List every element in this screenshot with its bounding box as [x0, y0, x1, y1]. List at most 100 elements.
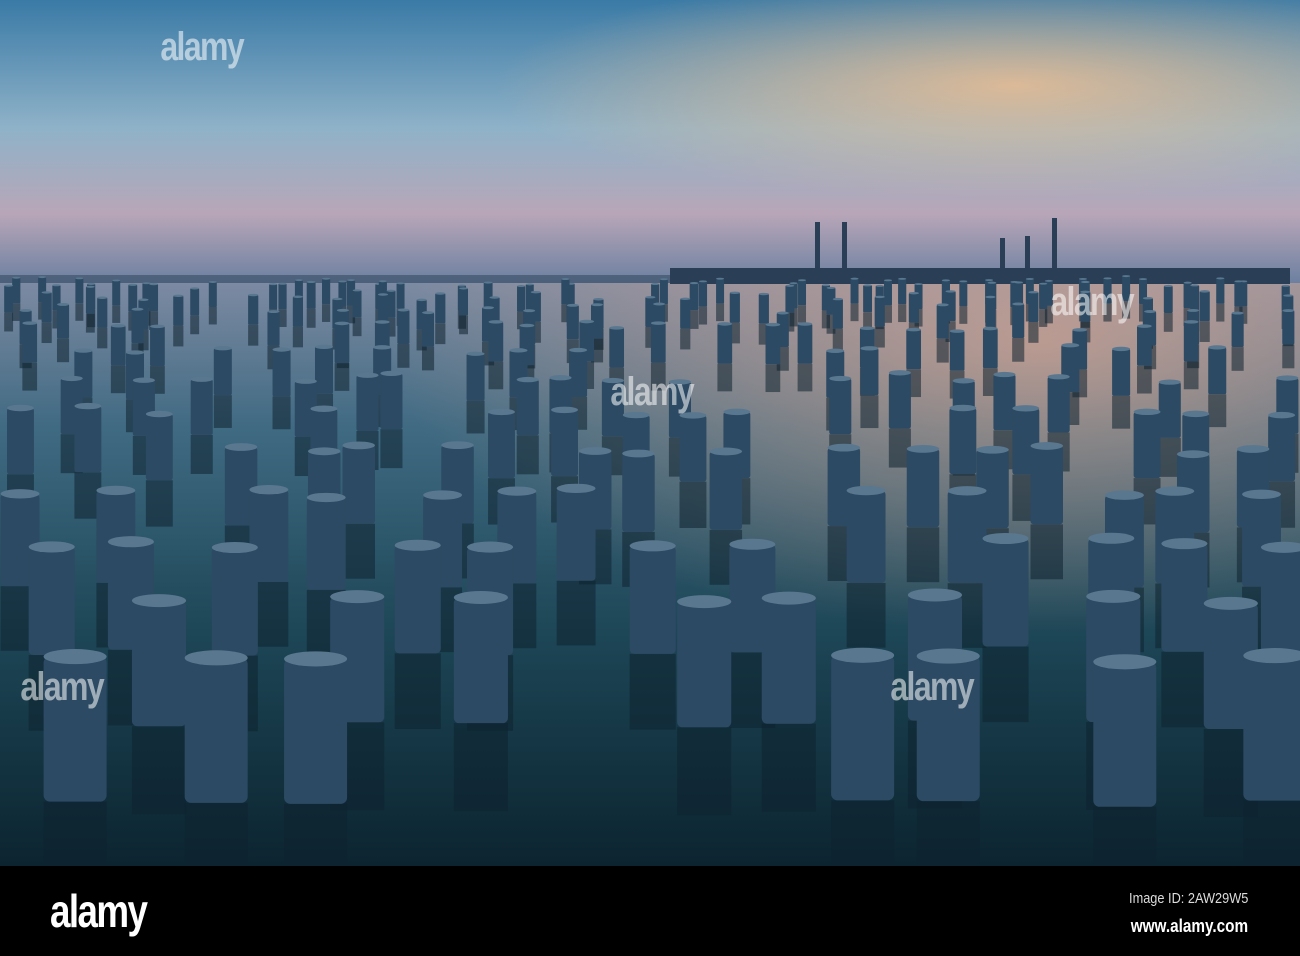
post-top [906, 327, 922, 332]
post-reflection [248, 324, 259, 346]
post-top [1199, 290, 1210, 293]
wooden-post [314, 346, 334, 394]
post-top [1236, 445, 1270, 453]
post-reflection [75, 303, 84, 321]
pier-posts-photo [0, 0, 1300, 866]
wooden-post [761, 598, 816, 724]
wooden-post [1183, 321, 1199, 362]
post-reflection [1163, 312, 1173, 332]
post-top [85, 285, 95, 288]
post-top [459, 287, 469, 290]
wooden-post [97, 297, 108, 328]
wooden-post [396, 283, 405, 309]
wooden-post [74, 406, 102, 473]
wooden-post [569, 350, 588, 397]
post-top [22, 321, 38, 325]
wooden-post [453, 597, 508, 724]
post-top [949, 329, 965, 333]
wooden-post [680, 298, 691, 329]
post-reflection [397, 343, 410, 368]
post-top [798, 279, 807, 282]
post-top [423, 490, 463, 500]
post-top [1187, 308, 1200, 312]
post-top [566, 303, 579, 307]
post-reflection [831, 800, 895, 866]
post-top [1203, 596, 1258, 610]
wooden-post [622, 453, 655, 532]
post-reflection [131, 726, 187, 815]
post-top [336, 308, 349, 312]
post-top [846, 485, 886, 496]
post-reflection [874, 326, 885, 348]
post-top [41, 291, 52, 294]
post-top [1072, 328, 1088, 332]
post-reflection [394, 653, 441, 730]
post-top [1155, 486, 1195, 496]
wooden-post [659, 279, 668, 305]
post-top [785, 284, 795, 287]
post-top [569, 347, 588, 353]
wooden-post [131, 309, 144, 344]
post-top [1176, 450, 1210, 459]
post-top [797, 322, 813, 326]
post-reflection [516, 435, 539, 475]
wooden-post [110, 325, 126, 366]
post-reflection [1161, 651, 1208, 728]
post-top [125, 350, 145, 355]
post-reflection [1093, 806, 1157, 866]
post-reflection [1112, 395, 1131, 429]
wooden-post [377, 294, 389, 325]
post-top [874, 295, 885, 299]
post-top [680, 297, 691, 301]
wooden-post [846, 490, 886, 583]
post-reflection [110, 365, 126, 394]
post-top [525, 283, 534, 286]
post-reflection [145, 480, 173, 527]
post-reflection [292, 326, 304, 348]
post-top [306, 280, 316, 284]
post-reflection [421, 346, 435, 371]
post-top [173, 294, 184, 298]
post-top [519, 323, 535, 328]
post-top [453, 591, 508, 605]
wooden-post [874, 296, 885, 327]
post-top [827, 443, 861, 452]
post-top [28, 541, 75, 553]
post-reflection [677, 727, 732, 816]
post-reflection [278, 309, 287, 327]
post-reflection [435, 323, 446, 345]
wooden-post [131, 600, 187, 727]
post-top [457, 284, 467, 287]
post-reflection [860, 395, 879, 429]
footer-bar: alamy Image ID: 2AW29W5 www.alamy.com [0, 866, 1300, 956]
post-top [1133, 408, 1161, 416]
wooden-post [75, 278, 84, 304]
post-reflection [41, 322, 52, 344]
alamy-logo[interactable]: alamy [50, 884, 148, 938]
post-top [717, 322, 733, 326]
post-top [142, 282, 151, 285]
post-reflection [717, 363, 733, 392]
post-top [208, 281, 217, 283]
post-top [1047, 374, 1070, 380]
post-top [609, 326, 625, 330]
post-reflection [453, 723, 508, 812]
wooden-post [28, 546, 75, 656]
post-top [789, 282, 798, 285]
wooden-post [1268, 415, 1296, 482]
post-reflection [56, 338, 70, 363]
post-top [1163, 284, 1173, 288]
post-top [850, 277, 859, 280]
wooden-post [566, 305, 579, 340]
wooden-post [832, 299, 843, 329]
wooden-post [1158, 382, 1181, 438]
watermark: alamy [610, 370, 694, 414]
post-top [1282, 309, 1295, 312]
wooden-post [56, 304, 70, 339]
post-top [1061, 343, 1080, 348]
post-top [888, 370, 911, 376]
stock-photo-page: alamy alamy alamy alamy alamy alamy Imag… [0, 0, 1300, 956]
wooden-post [1030, 445, 1063, 525]
site-url[interactable]: www.alamy.com [1131, 916, 1248, 937]
wooden-post [947, 490, 987, 584]
